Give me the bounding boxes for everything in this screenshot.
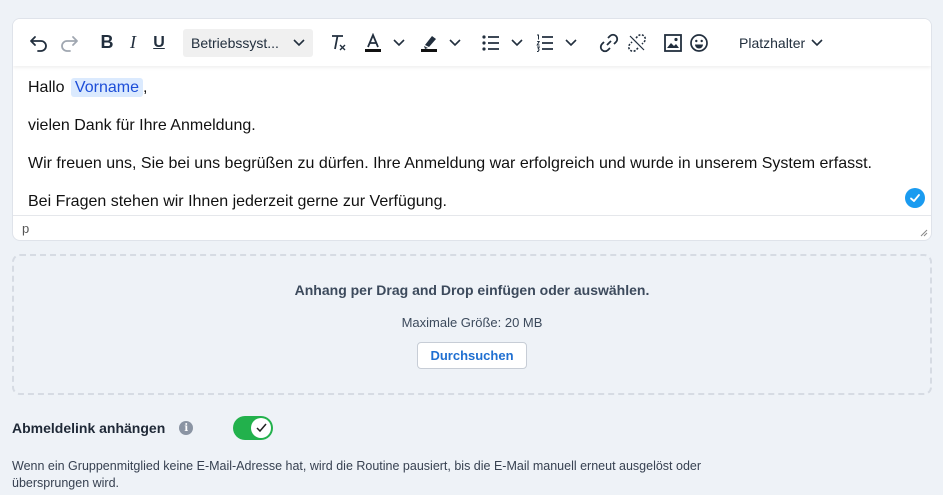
checkmark-icon <box>256 423 267 433</box>
chevron-down-icon <box>565 38 577 46</box>
placeholder-menu[interactable]: Platzhalter <box>739 35 823 51</box>
image-icon <box>664 33 682 52</box>
browse-button[interactable]: Durchsuchen <box>417 342 527 369</box>
numbered-list-button[interactable] <box>535 28 577 58</box>
highlight-color-button[interactable] <box>419 28 461 58</box>
emoji-icon <box>690 33 708 52</box>
chevron-down-icon <box>393 38 405 46</box>
unsubscribe-link-row: Abmeldelink anhängen i <box>12 416 274 440</box>
chevron-down-icon <box>511 38 523 46</box>
text-color-button[interactable] <box>363 28 405 58</box>
insert-emoji-button[interactable] <box>687 28 711 58</box>
greeting-suffix: , <box>142 79 148 96</box>
dropzone-title: Anhang per Drag and Drop einfügen oder a… <box>294 282 650 298</box>
redo-button[interactable] <box>57 28 81 58</box>
paragraph: Bei Fragen stehen wir Ihnen jederzeit ge… <box>28 193 447 210</box>
editor-statusbar: p <box>13 215 931 240</box>
bullet-list-button[interactable] <box>481 28 523 58</box>
unsubscribe-link-toggle[interactable] <box>233 416 274 440</box>
text-color-icon <box>365 32 381 52</box>
bold-button[interactable]: B <box>97 28 117 58</box>
insert-image-button[interactable] <box>661 28 685 58</box>
spellcheck-icon[interactable] <box>905 188 925 208</box>
chevron-down-icon <box>811 38 823 46</box>
editor-content[interactable]: Hallo Vorname, vielen Dank für Ihre Anme… <box>13 66 931 216</box>
unsubscribe-link-label: Abmeldelink anhängen <box>12 420 166 436</box>
remove-link-button[interactable] <box>625 28 649 58</box>
underline-button[interactable]: U <box>149 28 169 58</box>
rich-text-editor: B I U Betriebssyst... Platzhalter Hallo … <box>12 18 932 241</box>
toggle-knob <box>251 418 272 438</box>
chevron-down-icon <box>449 38 461 46</box>
clear-formatting-icon <box>332 34 346 50</box>
editor-toolbar: B I U Betriebssyst... Platzhalter <box>13 19 931 66</box>
paragraph: vielen Dank für Ihre Anmeldung. <box>28 117 256 134</box>
resize-handle-icon[interactable] <box>918 227 928 237</box>
chevron-down-icon <box>293 38 305 46</box>
insert-link-button[interactable] <box>597 28 621 58</box>
italic-button[interactable]: I <box>123 28 143 58</box>
font-family-select[interactable]: Betriebssyst... <box>183 28 313 57</box>
element-path[interactable]: p <box>22 221 29 236</box>
bullet-list-icon <box>482 34 499 51</box>
greeting-line: Hallo Vorname, <box>28 78 916 98</box>
font-family-value: Betriebssyst... <box>191 34 279 51</box>
info-icon[interactable]: i <box>179 421 194 435</box>
numbered-list-icon <box>536 34 553 52</box>
highlighter-icon <box>421 35 437 52</box>
unsubscribe-help-text: Wenn ein Gruppenmitglied keine E-Mail-Ad… <box>12 459 702 490</box>
max-size-text: Maximale Größe: 20 MB <box>401 315 543 330</box>
greeting-prefix: Hallo <box>28 79 65 96</box>
redo-icon <box>61 35 78 52</box>
clear-formatting-button[interactable] <box>327 28 351 58</box>
link-icon <box>599 33 619 52</box>
undo-icon <box>30 35 47 52</box>
paragraph: Wir freuen uns, Sie bei uns begrüßen zu … <box>28 155 872 172</box>
unlink-icon <box>627 33 647 52</box>
placeholder-menu-label: Platzhalter <box>739 34 806 51</box>
undo-button[interactable] <box>27 28 51 58</box>
placeholder-tag-vorname[interactable]: Vorname <box>70 78 143 97</box>
attachment-dropzone[interactable]: Anhang per Drag and Drop einfügen oder a… <box>12 254 932 395</box>
